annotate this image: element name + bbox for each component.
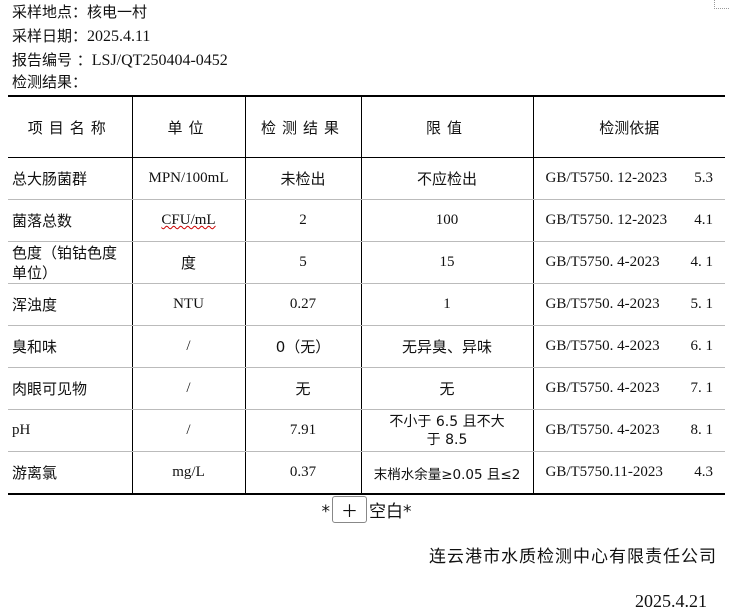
col-header-basis: 检测依据 — [532, 95, 725, 158]
limit-cell: 无异臭、异味 — [360, 325, 534, 368]
clause-text: 4. 1 — [690, 254, 714, 270]
item-cell: 游离氯 — [8, 451, 133, 495]
issue-date: 2025.4.21 — [635, 591, 707, 611]
table-row: 浑浊度 NTU 0.27 1 GB/T5750. 4-2023 5. 1 — [8, 283, 725, 326]
clause-text: 6. 1 — [690, 338, 714, 354]
col-header-limit: 限值 — [360, 95, 534, 158]
item-cell: 肉眼可见物 — [8, 367, 133, 410]
table-row: 臭和味 / 0（无） 无异臭、异味 GB/T5750. 4-2023 6. 1 — [8, 325, 725, 368]
clause-text: 4.1 — [694, 212, 713, 228]
table-row: pH / 7.91 不小于 6.5 且不大于 8.5 GB/T5750. 4-2… — [8, 409, 725, 452]
item-cell: 菌落总数 — [8, 199, 133, 242]
company-name: 连云港市水质检测中心有限责任公司 — [429, 547, 717, 567]
sampling-location-value: 核电一村 — [87, 3, 148, 21]
unit-cell: / — [131, 325, 246, 368]
table-row: 肉眼可见物 / 无 无 GB/T5750. 4-2023 7. 1 — [8, 367, 725, 410]
col-header-result: 检测结果 — [244, 95, 362, 158]
standard-text: GB/T5750. 4-2023 — [545, 254, 660, 270]
result-cell: 0.27 — [244, 283, 362, 326]
item-cell: 总大肠菌群 — [8, 157, 133, 200]
standard-text: GB/T5750. 4-2023 — [545, 380, 660, 396]
blank-marker: * ＋空白* — [0, 496, 733, 523]
table-row: 游离氯 mg/L 0.37 末梢水余量≥0.05 且≤2 GB/T5750.11… — [8, 451, 725, 495]
page-corner-mark — [714, 0, 729, 9]
sampling-date-label: 采样日期： — [12, 27, 88, 45]
results-table: 项目名称 单位 检测结果 限值 检测依据 总大肠菌群 MPN/100mL 未检出… — [8, 95, 725, 495]
table-row: 色度（铂钴色度单位） 度 5 15 GB/T5750. 4-2023 4. 1 — [8, 241, 725, 284]
blank-prefix: * — [321, 502, 331, 522]
result-cell: 未检出 — [244, 157, 362, 200]
report-number-value: LSJ/QT250404-0452 — [91, 52, 228, 69]
clause-text: 7. 1 — [690, 380, 714, 396]
basis-cell: GB/T5750. 4-2023 8. 1 — [532, 409, 725, 452]
limit-cell: 15 — [360, 241, 534, 284]
report-number: 报告编号 ：LSJ/QT250404-0452 — [12, 50, 228, 71]
clause-text: 8. 1 — [690, 422, 714, 438]
unit-cell: mg/L — [131, 451, 246, 495]
table-row: 菌落总数 CFU/mL 2 100 GB/T5750. 12-2023 4.1 — [8, 199, 725, 242]
basis-cell: GB/T5750. 4-2023 5. 1 — [532, 283, 725, 326]
standard-text: GB/T5750. 4-2023 — [545, 296, 660, 312]
item-cell: 浑浊度 — [8, 283, 133, 326]
result-cell: 2 — [244, 199, 362, 242]
item-cell: 臭和味 — [8, 325, 133, 368]
basis-cell: GB/T5750. 12-2023 4.1 — [532, 199, 725, 242]
limit-cell: 1 — [360, 283, 534, 326]
unit-cell: 度 — [131, 241, 246, 284]
sampling-date: 采样日期：2025.4.11 — [12, 26, 150, 47]
sampling-location-label: 采样地点： — [12, 3, 88, 21]
standard-text: GB/T5750. 4-2023 — [545, 338, 660, 354]
result-cell: 7.91 — [244, 409, 362, 452]
result-heading-label: 检测结果： — [12, 73, 88, 91]
basis-cell: GB/T5750. 4-2023 6. 1 — [532, 325, 725, 368]
unit-cell: NTU — [131, 283, 246, 326]
item-cell: 色度（铂钴色度单位） — [8, 241, 133, 284]
result-cell: 0（无） — [244, 325, 362, 368]
col-header-item: 项目名称 — [8, 95, 133, 158]
basis-cell: GB/T5750. 12-2023 5.3 — [532, 157, 725, 200]
limit-cell: 无 — [360, 367, 534, 410]
clause-text: 5. 1 — [690, 296, 714, 312]
clause-text: 4.3 — [694, 464, 713, 480]
standard-text: GB/T5750. 4-2023 — [545, 422, 660, 438]
result-cell: 0.37 — [244, 451, 362, 495]
basis-cell: GB/T5750. 4-2023 4. 1 — [532, 241, 725, 284]
basis-cell: GB/T5750.11-2023 4.3 — [532, 451, 725, 495]
standard-text: GB/T5750. 12-2023 — [545, 212, 668, 228]
limit-cell: 末梢水余量≥0.05 且≤2 — [360, 451, 534, 495]
table-row: 总大肠菌群 MPN/100mL 未检出 不应检出 GB/T5750. 12-20… — [8, 157, 725, 200]
standard-text: GB/T5750.11-2023 — [545, 464, 663, 480]
sampling-location: 采样地点：核电一村 — [12, 2, 147, 22]
table-header-row: 项目名称 单位 检测结果 限值 检测依据 — [8, 95, 725, 158]
unit-cell: CFU/mL — [131, 199, 246, 242]
standard-text: GB/T5750. 12-2023 — [545, 170, 668, 186]
basis-cell: GB/T5750. 4-2023 7. 1 — [532, 367, 725, 410]
limit-cell: 不小于 6.5 且不大于 8.5 — [360, 409, 534, 452]
unit-text: CFU/mL — [161, 212, 216, 228]
unit-cell: MPN/100mL — [131, 157, 246, 200]
limit-cell: 100 — [360, 199, 534, 242]
limit-cell: 不应检出 — [360, 157, 534, 200]
blank-text: 空白* — [369, 502, 412, 522]
col-header-unit: 单位 — [131, 95, 246, 158]
unit-cell: / — [131, 367, 246, 410]
unit-cell: / — [131, 409, 246, 452]
result-cell: 无 — [244, 367, 362, 410]
item-cell: pH — [8, 409, 133, 452]
result-heading: 检测结果： — [12, 72, 87, 92]
plus-icon[interactable]: ＋ — [332, 496, 367, 523]
result-cell: 5 — [244, 241, 362, 284]
report-number-label: 报告编号 ： — [12, 51, 92, 69]
clause-text: 5.3 — [694, 170, 713, 186]
sampling-date-value: 2025.4.11 — [87, 28, 151, 45]
